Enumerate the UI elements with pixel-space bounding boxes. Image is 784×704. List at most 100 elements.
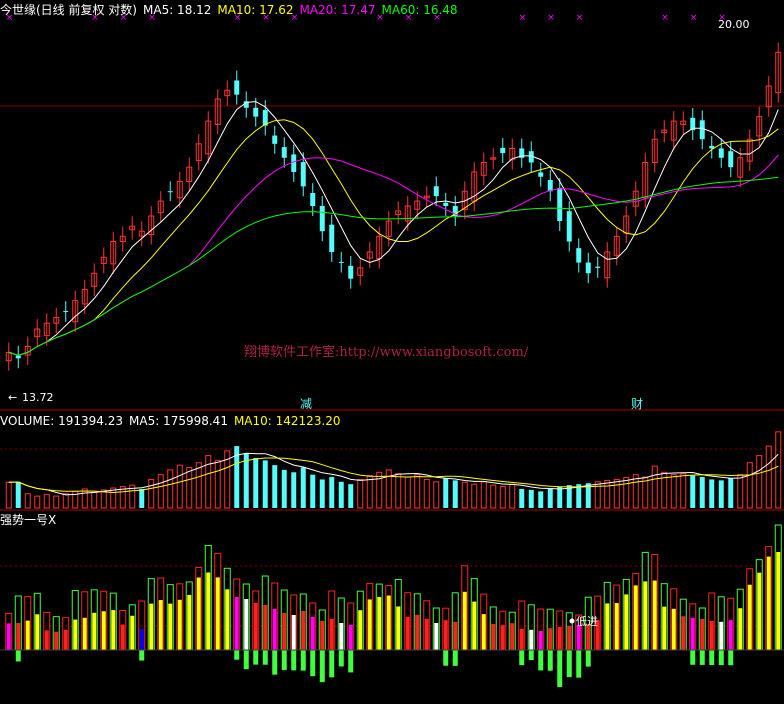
volume-bar bbox=[433, 481, 440, 509]
marker-cai: 财 bbox=[631, 397, 643, 411]
indicator-bar bbox=[690, 617, 695, 650]
volume-bar bbox=[594, 481, 601, 509]
indicator-bar bbox=[339, 623, 344, 650]
indicator-negative-bar bbox=[576, 650, 582, 678]
volume-bar bbox=[737, 474, 744, 509]
indicator-bar bbox=[728, 620, 733, 650]
volume-bar bbox=[186, 467, 193, 509]
indicator-bar bbox=[700, 619, 705, 650]
indicator-negative-bar bbox=[234, 650, 240, 660]
indicator-bar bbox=[329, 619, 334, 650]
candle-body bbox=[338, 261, 344, 263]
volume-bar bbox=[157, 474, 164, 509]
indicator-negative-bar bbox=[281, 650, 287, 671]
indicator-bar bbox=[367, 599, 372, 650]
volume-bar bbox=[461, 481, 468, 509]
volume-bar bbox=[43, 494, 50, 509]
candle-body bbox=[699, 120, 705, 140]
candle-body bbox=[63, 310, 69, 312]
indicator-bar bbox=[206, 572, 211, 650]
candle-body bbox=[310, 192, 316, 207]
candle-body bbox=[15, 355, 21, 359]
volume-bar bbox=[395, 473, 402, 509]
indicator-bar bbox=[168, 603, 173, 650]
volume-bar bbox=[490, 484, 497, 509]
volume-bar bbox=[34, 495, 41, 509]
volume-bar bbox=[480, 481, 487, 509]
indicator-negative-bar bbox=[690, 650, 696, 665]
indicator-bar bbox=[196, 577, 201, 650]
indicator-bar bbox=[234, 597, 239, 650]
indicator-bar bbox=[671, 608, 676, 650]
indicator-negative-bar bbox=[557, 650, 563, 687]
indicator-negative-bar bbox=[338, 650, 344, 667]
indicator-bar bbox=[747, 584, 752, 650]
indicator-negative-bar bbox=[728, 650, 734, 666]
indicator-negative-bar bbox=[310, 650, 316, 677]
indicator-bar bbox=[187, 594, 192, 650]
indicator-negative-bar bbox=[699, 650, 705, 665]
indicator-bar bbox=[282, 613, 287, 650]
price-pane: × × × × × × × × × × × × × × × × bbox=[5, 13, 782, 371]
ma10-value: MA10: 17.62 bbox=[217, 3, 294, 17]
indicator-bar bbox=[481, 614, 486, 650]
marker-jian: 减 bbox=[300, 397, 312, 411]
indicator-bar bbox=[510, 623, 515, 650]
volume-bar bbox=[651, 465, 658, 509]
indicator-negative-bar bbox=[718, 650, 724, 666]
volume-bar bbox=[471, 483, 478, 509]
indicator-bar bbox=[500, 625, 505, 650]
volume-bar bbox=[300, 467, 306, 508]
indicator-negative-bar bbox=[329, 650, 335, 678]
indicator-bar bbox=[120, 624, 125, 650]
volume-bar bbox=[528, 489, 534, 508]
ma60-value: MA60: 16.48 bbox=[381, 3, 458, 17]
volume-bar bbox=[547, 488, 553, 508]
volume-bar bbox=[452, 480, 458, 508]
grid-lines bbox=[0, 105, 784, 627]
indicator-negative-bar bbox=[709, 650, 715, 665]
indicator-bar bbox=[215, 577, 220, 650]
volume-bar bbox=[81, 488, 88, 509]
volume-bar bbox=[281, 469, 287, 508]
candle-body bbox=[443, 202, 449, 207]
volume-bar bbox=[680, 473, 687, 509]
indicator-bar bbox=[25, 620, 30, 650]
indicator-bar bbox=[472, 601, 477, 650]
indicator-bar bbox=[348, 625, 353, 650]
indicator-bar bbox=[529, 629, 534, 650]
volume-bar bbox=[509, 483, 516, 509]
ma20-value: MA20: 17.47 bbox=[299, 3, 376, 17]
ma5-value: MA5: 18.12 bbox=[143, 3, 212, 17]
indicator-bar bbox=[358, 610, 363, 650]
volume-bar bbox=[709, 479, 715, 508]
candle-body bbox=[576, 248, 582, 263]
volume-bar bbox=[765, 445, 772, 509]
candle-body bbox=[272, 135, 278, 144]
indicator-bar bbox=[44, 630, 49, 650]
indicator-bar bbox=[624, 594, 629, 650]
indicator-bar bbox=[301, 611, 306, 650]
volume-bar bbox=[24, 493, 31, 509]
indicator-bar bbox=[576, 625, 581, 650]
candle-body bbox=[718, 148, 724, 158]
volume-header: VOLUME: 191394.23 MA5: 175998.41 MA10: 142… bbox=[0, 414, 347, 428]
candle-body bbox=[557, 187, 563, 222]
volume-pane bbox=[5, 431, 782, 509]
indicator-bar bbox=[443, 620, 448, 650]
high-price-label: 20.00 bbox=[718, 18, 750, 31]
volume-bar bbox=[291, 472, 297, 508]
volume-bar bbox=[414, 474, 421, 509]
volume-bar bbox=[670, 474, 677, 509]
volume-bar bbox=[632, 474, 639, 509]
volume-bar bbox=[272, 465, 278, 508]
indicator-bar bbox=[738, 608, 743, 650]
volume-bar bbox=[91, 491, 98, 509]
volume-bar bbox=[756, 455, 763, 509]
indicator-bar bbox=[662, 606, 667, 650]
indicator-bar bbox=[101, 611, 106, 650]
indicator-negative-bar bbox=[262, 650, 268, 665]
indicator-bar bbox=[776, 552, 781, 650]
volume-bar bbox=[376, 471, 383, 509]
volume-bar bbox=[423, 478, 430, 509]
